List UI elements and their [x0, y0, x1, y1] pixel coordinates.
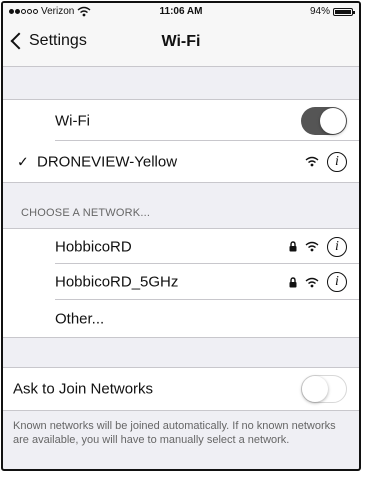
battery-percent: 94% — [309, 6, 330, 17]
lock-icon — [289, 241, 297, 252]
connected-network-name: DRONEVIEW-Yellow — [37, 153, 178, 170]
wifi-signal-icon — [305, 156, 319, 167]
other-network-row[interactable]: Other... — [3, 300, 359, 338]
ask-join-footer-text: Known networks will be joined automatica… — [13, 420, 336, 446]
wifi-toggle-switch[interactable] — [301, 106, 347, 135]
status-bar: Verizon 11:06 AM 94% — [3, 3, 359, 21]
info-icon[interactable]: i — [327, 236, 347, 257]
other-network-label: Other... — [55, 310, 105, 327]
battery-icon — [333, 7, 355, 16]
chevron-left-icon — [10, 32, 28, 50]
lock-icon — [289, 276, 297, 287]
info-icon[interactable]: i — [327, 151, 347, 172]
wifi-signal-icon — [305, 241, 319, 252]
status-time: 11:06 AM — [159, 6, 203, 17]
network-name: HobbicoRD — [55, 238, 132, 255]
network-name: HobbicoRD_5GHz — [55, 273, 179, 291]
navigation-bar: Settings Wi-Fi — [3, 21, 359, 67]
wifi-label: Wi-Fi — [55, 112, 90, 129]
connected-network-row[interactable]: ✓ DRONEVIEW-Yellow i — [3, 141, 359, 183]
info-icon[interactable]: i — [327, 272, 347, 292]
back-label: Settings — [29, 32, 87, 49]
checkmark-icon: ✓ — [17, 153, 29, 169]
wifi-signal-icon — [305, 277, 319, 287]
back-button[interactable]: Settings — [7, 32, 87, 50]
ask-join-toggle-switch[interactable] — [301, 375, 347, 403]
ask-join-row: Ask to Join Networks — [3, 367, 359, 411]
network-row[interactable]: HobbicoRD i — [3, 228, 359, 264]
network-row[interactable]: HobbicoRD_5GHz i — [3, 264, 359, 300]
ask-join-label: Ask to Join Networks — [13, 380, 154, 398]
choose-network-header: CHOOSE A NETWORK... — [21, 207, 151, 219]
wifi-toggle-row: Wi-Fi — [3, 99, 359, 141]
phone-screen: Verizon 11:06 AM 94% Settings Wi-Fi Wi-F… — [1, 1, 361, 471]
